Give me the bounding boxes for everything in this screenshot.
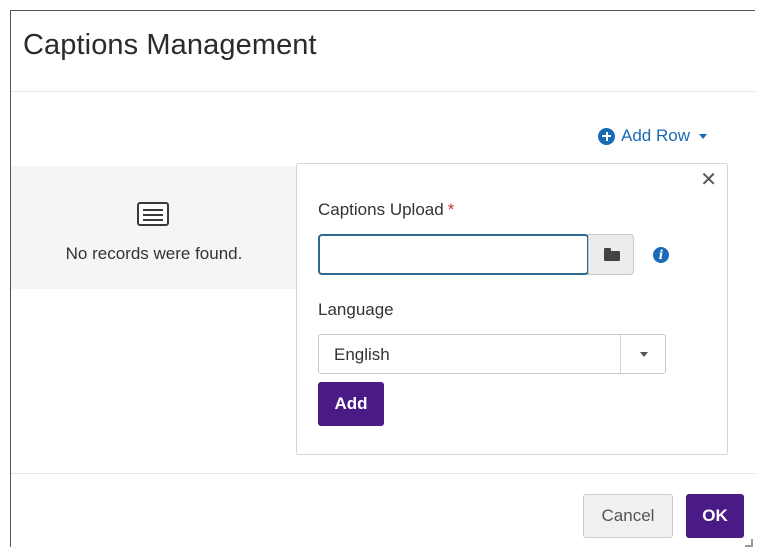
empty-message: No records were found. xyxy=(65,244,243,263)
captions-upload-label: Captions Upload * xyxy=(318,200,455,219)
cancel-button[interactable]: Cancel xyxy=(583,494,673,538)
add-row-label: Add Row xyxy=(621,126,690,145)
dialog-header: Captions Management xyxy=(11,11,755,92)
add-row-popover: ✕ Captions Upload * i Language English Ad… xyxy=(296,163,728,455)
caret-down-icon xyxy=(699,133,707,139)
close-icon[interactable]: ✕ xyxy=(700,170,717,190)
add-row-button[interactable]: Add Row xyxy=(598,126,707,146)
dialog-footer-divider xyxy=(11,473,755,474)
add-button[interactable]: Add xyxy=(318,382,384,426)
browse-file-button[interactable] xyxy=(588,234,634,275)
language-selected-value: English xyxy=(334,345,390,364)
list-icon xyxy=(137,202,169,226)
resize-grip[interactable] xyxy=(745,539,753,547)
dialog-title: Captions Management xyxy=(23,29,317,61)
captions-dialog: Captions Management Add Row No records w… xyxy=(10,10,755,547)
required-asterisk: * xyxy=(447,200,455,219)
plus-circle-icon xyxy=(598,127,616,145)
ok-button[interactable]: OK xyxy=(686,494,744,538)
info-icon[interactable]: i xyxy=(653,247,669,263)
folder-icon xyxy=(604,248,620,261)
chevron-down-icon xyxy=(640,352,648,357)
language-select[interactable]: English xyxy=(318,334,666,374)
captions-upload-input[interactable] xyxy=(318,234,589,275)
language-label: Language xyxy=(318,300,394,319)
records-empty-state: No records were found. xyxy=(11,166,311,289)
